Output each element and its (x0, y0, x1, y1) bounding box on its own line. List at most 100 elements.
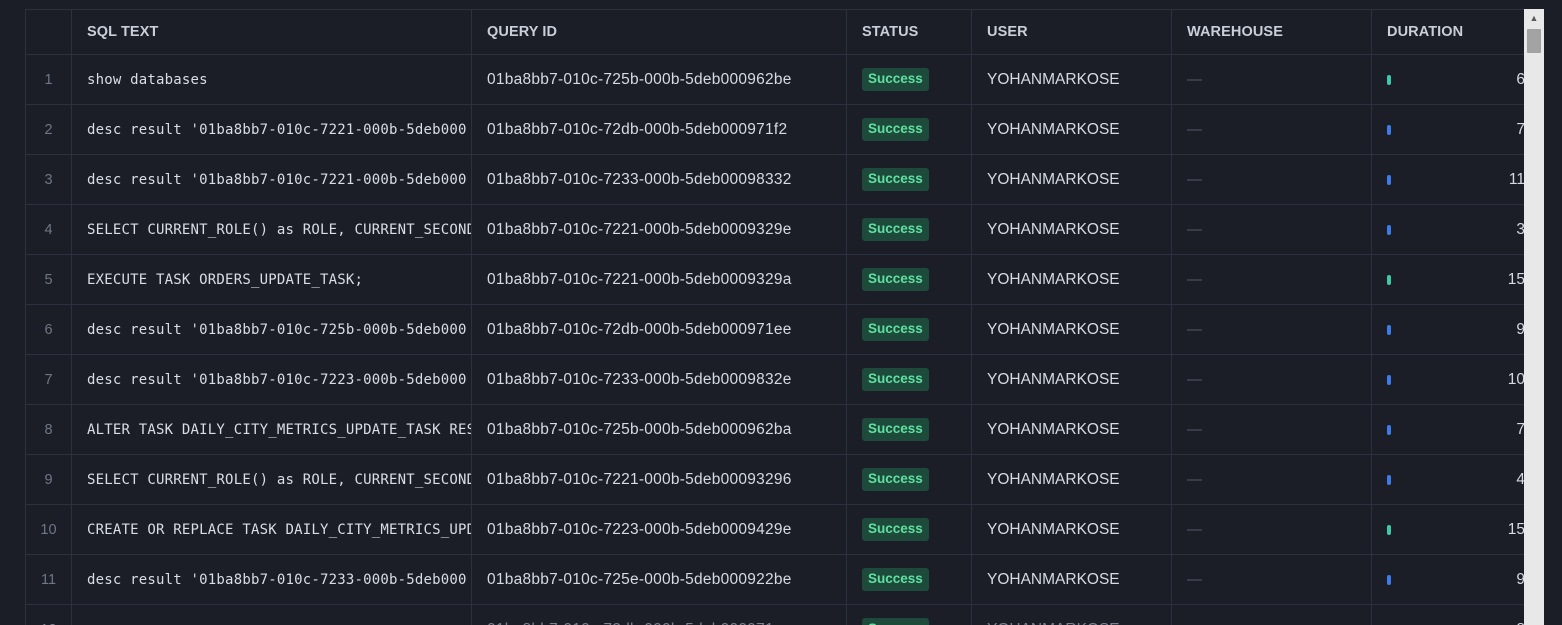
warehouse-cell: — (1171, 105, 1371, 154)
warehouse-cell: — (1171, 405, 1371, 454)
status-cell: Success (846, 555, 971, 604)
user-cell[interactable]: YOHANMARKOSE (971, 255, 1171, 304)
status-badge: Success (862, 68, 929, 91)
header-query-id[interactable]: QUERY ID (471, 10, 846, 54)
user-cell[interactable]: YOHANMARKOSE (971, 355, 1171, 404)
duration-cell[interactable]: 15 (1371, 255, 1525, 304)
sql-text-cell[interactable]: ALTER TASK DAILY_CITY_METRICS_UPDATE_TAS… (71, 405, 471, 454)
sql-text-cell[interactable]: EXECUTE TASK ORDERS_UPDATE_TASK; (71, 255, 471, 304)
table-row[interactable]: 9 SELECT CURRENT_ROLE() as ROLE, CURRENT_… (25, 455, 1525, 505)
table-row[interactable]: 7 desc result '01ba8bb7-010c-7223-000b-5d… (25, 355, 1525, 405)
query-id-cell[interactable]: 01ba8bb7-010c-72db-000b-5deb000971ee (471, 305, 846, 354)
duration-cell[interactable]: 9 (1371, 555, 1525, 604)
table-row[interactable]: 5 EXECUTE TASK ORDERS_UPDATE_TASK; 01ba8bb… (25, 255, 1525, 305)
query-id-cell[interactable]: 01ba8bb7-010c-7221-000b-5deb00093296 (471, 455, 846, 504)
warehouse-cell: — (1171, 205, 1371, 254)
status-cell: Success (846, 355, 971, 404)
sql-text-cell[interactable]: desc result '01ba8bb7-010c-725b-000b-5de… (71, 305, 471, 354)
query-id-cell[interactable]: 01ba8bb7-010c-72db-000b-5deb000971f2 (471, 105, 846, 154)
duration-bar (1387, 424, 1391, 435)
user-cell[interactable]: YOHANMARKOSE (971, 205, 1171, 254)
vertical-scrollbar[interactable]: ▲ (1524, 9, 1544, 625)
duration-value: 15 (1507, 270, 1525, 288)
user-cell[interactable]: YOHANMARKOSE (971, 555, 1171, 604)
table-body: 1 show databases 01ba8bb7-010c-725b-000b-5… (25, 55, 1525, 625)
user-cell[interactable]: YOHANMARKOSE (971, 455, 1171, 504)
duration-cell[interactable]: 8 (1371, 605, 1525, 625)
status-badge: Success (862, 368, 929, 391)
sql-text-cell[interactable]: desc result '01ba8bb7-010c-7223-000b-5de… (71, 355, 471, 404)
sql-text-cell[interactable]: desc result '01ba8bb7-010c-7221-000b-5de… (71, 105, 471, 154)
row-number: 10 (25, 505, 71, 554)
scrollbar-thumb[interactable] (1527, 29, 1541, 53)
table-row[interactable]: 12 01ba8bb7-010c-72db-000b-5deb000971 Succ… (25, 605, 1525, 625)
query-id-cell[interactable]: 01ba8bb7-010c-725b-000b-5deb000962ba (471, 405, 846, 454)
status-cell: Success (846, 605, 971, 625)
header-user[interactable]: USER (971, 10, 1171, 54)
query-id-cell[interactable]: 01ba8bb7-010c-7221-000b-5deb0009329a (471, 255, 846, 304)
duration-cell[interactable]: 10 (1371, 355, 1525, 404)
user-cell[interactable]: YOHANMARKOSE (971, 505, 1171, 554)
status-badge: Success (862, 218, 929, 241)
sql-text-cell[interactable]: SELECT CURRENT_ROLE() as ROLE, CURRENT_S… (71, 205, 471, 254)
duration-cell[interactable]: 6 (1371, 55, 1525, 104)
user-cell[interactable]: YOHANMARKOSE (971, 55, 1171, 104)
header-warehouse[interactable]: WAREHOUSE (1171, 10, 1371, 54)
table-row[interactable]: 10 CREATE OR REPLACE TASK DAILY_CITY_METR… (25, 505, 1525, 555)
header-sql-text[interactable]: SQL TEXT (71, 10, 471, 54)
query-id-cell[interactable]: 01ba8bb7-010c-7223-000b-5deb0009429e (471, 505, 846, 554)
user-cell[interactable]: YOHANMARKOSE (971, 605, 1171, 625)
warehouse-value: — (1187, 521, 1202, 538)
warehouse-value: — (1187, 171, 1202, 188)
query-id-cell[interactable]: 01ba8bb7-010c-7233-000b-5deb0009832e (471, 355, 846, 404)
sql-text-cell[interactable]: SELECT CURRENT_ROLE() as ROLE, CURRENT_S… (71, 455, 471, 504)
query-id-cell[interactable]: 01ba8bb7-010c-7221-000b-5deb0009329e (471, 205, 846, 254)
warehouse-cell: — (1171, 505, 1371, 554)
warehouse-cell (1171, 605, 1371, 625)
table-row[interactable]: 11 desc result '01ba8bb7-010c-7233-000b-5… (25, 555, 1525, 605)
sql-text-cell[interactable]: show databases (71, 55, 471, 104)
duration-cell[interactable]: 4 (1371, 455, 1525, 504)
duration-bar (1387, 574, 1391, 585)
query-id-cell[interactable]: 01ba8bb7-010c-725b-000b-5deb000962be (471, 55, 846, 104)
header-status[interactable]: STATUS (846, 10, 971, 54)
duration-bar (1387, 324, 1391, 335)
table-row[interactable]: 3 desc result '01ba8bb7-010c-7221-000b-5d… (25, 155, 1525, 205)
scroll-up-arrow-icon[interactable]: ▲ (1524, 9, 1544, 27)
warehouse-value: — (1187, 71, 1202, 88)
duration-cell[interactable]: 15 (1371, 505, 1525, 554)
row-number: 12 (25, 605, 71, 625)
duration-cell[interactable]: 7 (1371, 105, 1525, 154)
query-id-cell[interactable]: 01ba8bb7-010c-72db-000b-5deb000971 (471, 605, 846, 625)
duration-value: 4 (1516, 470, 1525, 488)
status-cell: Success (846, 505, 971, 554)
query-id-cell[interactable]: 01ba8bb7-010c-725e-000b-5deb000922be (471, 555, 846, 604)
warehouse-cell: — (1171, 155, 1371, 204)
table-row[interactable]: 2 desc result '01ba8bb7-010c-7221-000b-5d… (25, 105, 1525, 155)
user-cell[interactable]: YOHANMARKOSE (971, 155, 1171, 204)
sql-text-cell[interactable]: desc result '01ba8bb7-010c-7233-000b-5de… (71, 555, 471, 604)
table-row[interactable]: 4 SELECT CURRENT_ROLE() as ROLE, CURRENT_… (25, 205, 1525, 255)
table-row[interactable]: 1 show databases 01ba8bb7-010c-725b-000b-5… (25, 55, 1525, 105)
table-row[interactable]: 8 ALTER TASK DAILY_CITY_METRICS_UPDATE_TA… (25, 405, 1525, 455)
header-duration[interactable]: DURATION (1371, 10, 1525, 54)
duration-cell[interactable]: 3 (1371, 205, 1525, 254)
query-id-cell[interactable]: 01ba8bb7-010c-7233-000b-5deb00098332 (471, 155, 846, 204)
user-cell[interactable]: YOHANMARKOSE (971, 305, 1171, 354)
duration-cell[interactable]: 9 (1371, 305, 1525, 354)
sql-text-cell[interactable]: CREATE OR REPLACE TASK DAILY_CITY_METRIC… (71, 505, 471, 554)
row-number: 1 (25, 55, 71, 104)
user-cell[interactable]: YOHANMARKOSE (971, 405, 1171, 454)
user-cell[interactable]: YOHANMARKOSE (971, 105, 1171, 154)
duration-cell[interactable]: 11 (1371, 155, 1525, 204)
status-cell: Success (846, 105, 971, 154)
sql-text-cell[interactable]: desc result '01ba8bb7-010c-7221-000b-5de… (71, 155, 471, 204)
duration-cell[interactable]: 7 (1371, 405, 1525, 454)
row-number: 3 (25, 155, 71, 204)
duration-value: 10 (1507, 370, 1525, 388)
sql-text-cell[interactable] (71, 605, 471, 625)
warehouse-cell: — (1171, 305, 1371, 354)
status-badge: Success (862, 468, 929, 491)
status-badge: Success (862, 418, 929, 441)
table-row[interactable]: 6 desc result '01ba8bb7-010c-725b-000b-5d… (25, 305, 1525, 355)
